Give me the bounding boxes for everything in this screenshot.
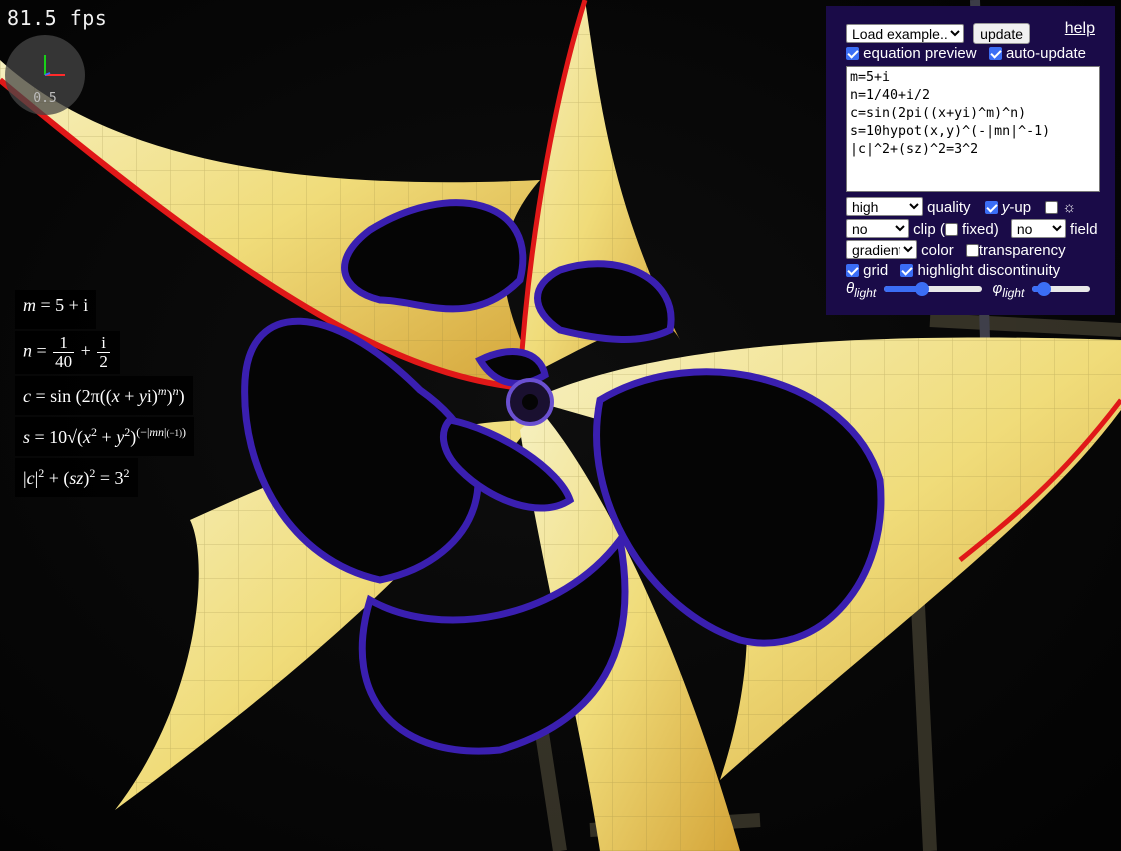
field-select[interactable]: no [1010,219,1066,238]
quality-select[interactable]: high [846,197,923,216]
equation-n: n = 1 40 + i2 [15,331,120,374]
equation-m: m = 5 + i [15,290,97,329]
clip-select[interactable]: no [846,219,909,238]
settings-panel: Load example... update help equation pre… [826,6,1115,315]
clip-label: clip ( [913,221,945,238]
update-button[interactable]: update [973,23,1030,44]
example-select[interactable]: Load example... [846,23,964,43]
phi-light-knob[interactable] [1037,282,1052,297]
fixed-label: fixed) [962,221,999,238]
transparency-checkbox[interactable] [965,244,979,257]
axes-widget[interactable]: 0.5 [5,35,85,115]
theta-light-label: θlight [846,280,877,300]
help-link[interactable]: help [1065,20,1095,38]
color-select[interactable]: gradient [846,240,917,259]
equation-surface: |c|2 + (sz)2 = 32 [15,458,138,497]
sun-checkbox[interactable] [1045,201,1059,214]
y-up-label: y-up [1001,199,1032,216]
sun-icon: ☼ [1062,199,1077,216]
grid-checkbox[interactable] [846,264,859,277]
fixed-checkbox[interactable] [944,223,958,236]
color-label: color [921,242,954,259]
quality-label: quality [927,199,971,216]
transparency-label: transparency [978,242,1066,259]
equation-c: c = sin (2π((x + yi)m)n) [15,376,193,415]
auto-update-checkbox[interactable] [988,47,1002,60]
fps-counter: 81.5 fps [7,6,108,30]
phi-light-slider[interactable] [1032,282,1091,297]
highlight-discontinuity-label: highlight discontinuity [917,262,1061,279]
surface-center [506,378,554,426]
expression-input[interactable]: m=5+i n=1/40+i/2 c=sin(2pi((x+yi)^m)^n) … [846,66,1100,192]
theta-light-knob[interactable] [914,282,929,297]
equation-preview: m = 5 + i n = 1 40 + i2 c = sin (2π((x + … [15,290,195,499]
equation-preview-label: equation preview [863,45,977,62]
field-label: field [1070,221,1098,238]
auto-update-label: auto-update [1005,45,1087,62]
equation-s: s = 10√(x2 + y2)(−|mn|(−1)) [15,417,195,456]
phi-light-label: φlight [992,280,1025,300]
y-up-checkbox[interactable] [984,201,998,214]
highlight-discontinuity-checkbox[interactable] [900,264,914,277]
grid-label: grid [863,262,889,279]
equation-preview-checkbox[interactable] [846,47,859,60]
theta-light-slider[interactable] [884,282,983,297]
axes-scale-label: 0.5 [33,91,57,106]
